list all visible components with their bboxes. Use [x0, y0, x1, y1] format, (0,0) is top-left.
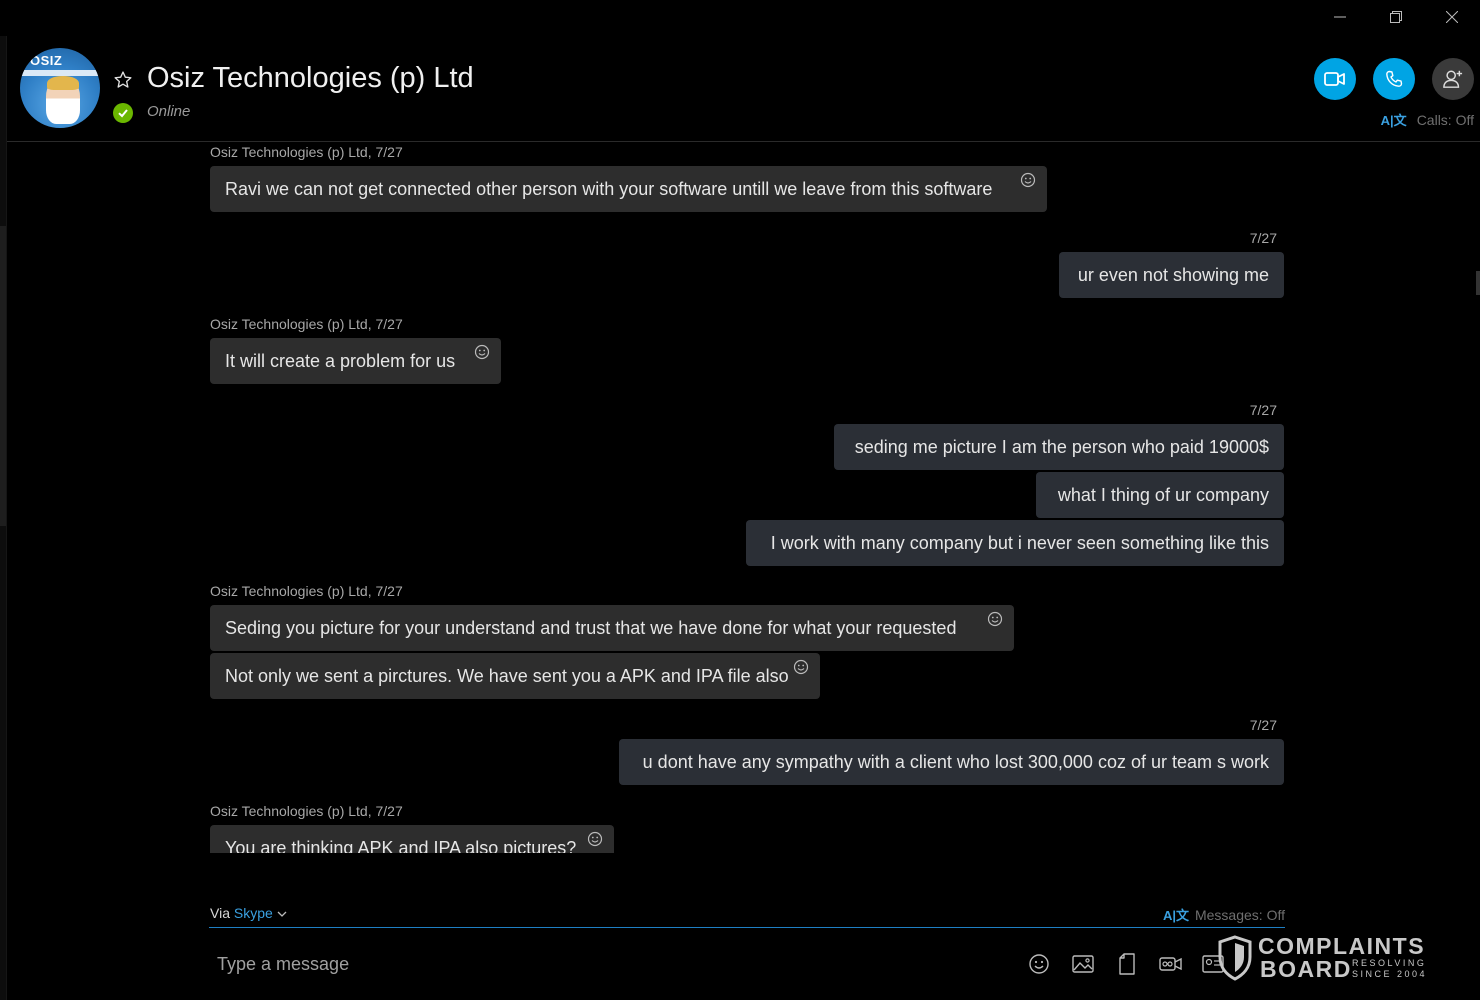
phone-icon [1386, 70, 1403, 87]
conversation-header: OSIZ Osiz Technologies (p) Ltd Online A|… [7, 36, 1480, 142]
message-text: Not only we sent a pirctures. We have se… [225, 665, 789, 686]
message-meta: 7/27 [1249, 230, 1277, 246]
message-input[interactable] [209, 944, 989, 984]
message-text: Ravi we can not get connected other pers… [225, 178, 993, 199]
add-reaction-icon[interactable] [987, 611, 1003, 627]
scrollbar-thumb[interactable] [1476, 271, 1480, 295]
add-reaction-icon[interactable] [793, 659, 809, 675]
video-camera-icon [1324, 72, 1345, 86]
via-label: Via [210, 905, 230, 921]
scrollbar-thumb[interactable] [0, 226, 6, 526]
translate-icon: A|文 [1162, 908, 1189, 923]
compose-divider [209, 927, 1285, 928]
message-bubble[interactable]: Ravi we can not get connected other pers… [210, 166, 1047, 212]
message-text: what I thing of ur company [1057, 484, 1269, 505]
file-icon[interactable] [1115, 952, 1139, 976]
message-text: u dont have any sympathy with a client w… [642, 751, 1269, 772]
online-status-icon [113, 103, 133, 123]
add-reaction-icon[interactable] [1020, 172, 1036, 188]
translate-icon: A|文 [1380, 113, 1407, 128]
messages-translate-label: Messages: Off [1194, 906, 1285, 923]
left-scrollbar[interactable] [0, 36, 7, 1000]
calls-translate-label: Calls: Off [1416, 111, 1474, 128]
watermark-line2: BOARD [1260, 956, 1352, 982]
message-text: seding me picture I am the person who pa… [854, 436, 1269, 457]
message-list[interactable]: Osiz Technologies (p) Ltd, 7/27 Ravi we … [7, 143, 1473, 853]
calls-translate-status[interactable]: A|文 Calls: Off [1381, 110, 1474, 129]
contact-status: Online [147, 103, 191, 120]
add-reaction-icon[interactable] [587, 831, 603, 847]
message-meta: Osiz Technologies (p) Ltd, 7/27 [210, 316, 403, 332]
add-people-button[interactable] [1432, 58, 1474, 100]
message-text: Seding you picture for your understand a… [225, 617, 957, 638]
message-bubble[interactable]: I work with many company but i never see… [746, 520, 1284, 566]
message-bubble[interactable]: u dont have any sympathy with a client w… [619, 739, 1284, 785]
star-icon[interactable] [113, 70, 133, 90]
add-reaction-icon[interactable] [474, 344, 490, 360]
message-text: I work with many company but i never see… [770, 532, 1269, 553]
complaints-board-watermark: COMPLAINTS BOARD RESOLVING SINCE 2004 [1218, 933, 1434, 983]
image-icon[interactable] [1071, 952, 1095, 976]
audio-call-button[interactable] [1373, 58, 1415, 100]
window-controls [1312, 0, 1480, 34]
shield-icon [1218, 935, 1252, 981]
message-meta: Osiz Technologies (p) Ltd, 7/27 [210, 144, 403, 160]
message-bubble[interactable]: It will create a problem for us [210, 338, 501, 384]
via-selector[interactable]: Via Skype [210, 905, 287, 921]
emoji-icon[interactable] [1027, 952, 1051, 976]
message-text: It will create a problem for us [225, 350, 456, 371]
message-bubble[interactable]: Seding you picture for your understand a… [210, 605, 1014, 651]
message-meta: Osiz Technologies (p) Ltd, 7/27 [210, 803, 403, 819]
video-message-icon[interactable] [1159, 952, 1183, 976]
close-icon[interactable] [1424, 0, 1480, 34]
chat-scrollbar[interactable] [1474, 143, 1480, 853]
video-call-button[interactable] [1314, 58, 1356, 100]
minimize-icon[interactable] [1312, 0, 1368, 34]
restore-icon[interactable] [1368, 0, 1424, 34]
message-bubble[interactable]: what I thing of ur company [1036, 472, 1284, 518]
message-bubble[interactable]: You are thinking APK and IPA also pictur… [210, 825, 614, 853]
contact-name[interactable]: Osiz Technologies (p) Ltd [147, 62, 474, 95]
message-text: You are thinking APK and IPA also pictur… [225, 837, 577, 854]
chevron-down-icon[interactable] [277, 910, 287, 918]
message-bubble[interactable]: seding me picture I am the person who pa… [834, 424, 1284, 470]
message-meta: Osiz Technologies (p) Ltd, 7/27 [210, 583, 403, 599]
avatar[interactable]: OSIZ [20, 48, 100, 128]
message-meta: 7/27 [1249, 402, 1277, 418]
watermark-tagline: RESOLVING SINCE 2004 [1352, 958, 1428, 979]
messages-translate-status[interactable]: A|文 Messages: Off [1163, 905, 1285, 924]
via-service[interactable]: Skype [234, 905, 273, 921]
message-bubble[interactable]: ur even not showing me [1059, 252, 1284, 298]
message-text: ur even not showing me [1077, 264, 1269, 285]
message-bubble[interactable]: Not only we sent a pirctures. We have se… [210, 653, 820, 699]
avatar-logo: OSIZ [30, 53, 63, 68]
message-meta: 7/27 [1249, 717, 1277, 733]
add-person-icon [1443, 70, 1463, 88]
